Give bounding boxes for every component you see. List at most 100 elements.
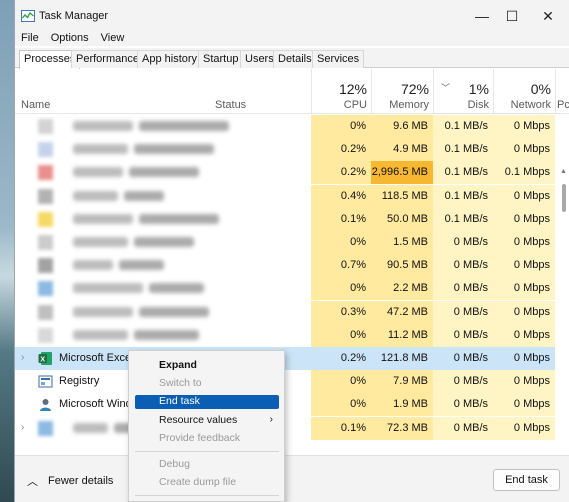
fewer-details-button[interactable]: ︿ Fewer details xyxy=(27,473,113,489)
cpu-cell: 0.1% xyxy=(311,416,371,440)
table-row[interactable]: 0.4% 118.5 MB 0.1 MB/s 0 Mbps xyxy=(15,184,569,208)
network-cell: 0 Mbps xyxy=(493,254,555,278)
table-row[interactable]: 0.2% 2,996.5 MB 0.1 MB/s 0.1 Mbps xyxy=(15,161,569,185)
blurred-app-icon xyxy=(38,304,53,320)
memory-cell: 2.2 MB xyxy=(371,277,433,301)
cpu-cell: 0% xyxy=(311,370,371,394)
table-row[interactable]: 0.7% 90.5 MB 0 MB/s 0 Mbps xyxy=(15,254,569,278)
context-menu: Expand Switch to End task Resource value… xyxy=(128,350,285,502)
process-name-cell[interactable] xyxy=(15,185,311,208)
menu-file[interactable]: File xyxy=(15,30,45,46)
tab-startup[interactable]: Startup xyxy=(198,50,244,68)
table-row[interactable]: 0% 9.6 MB 0.1 MB/s 0 Mbps xyxy=(15,115,569,138)
column-disk[interactable]: 1% Disk xyxy=(433,69,493,114)
menu-view[interactable]: View xyxy=(95,30,131,46)
process-name-cell[interactable] xyxy=(15,161,311,184)
network-cell: 0 Mbps xyxy=(493,115,555,138)
chevron-up-icon: ︿ xyxy=(27,476,38,488)
maximize-button[interactable]: ☐ xyxy=(497,6,527,26)
cpu-cell: 0.7% xyxy=(311,254,371,278)
table-row[interactable]: Registry 0% 7.9 MB 0 MB/s 0 Mbps xyxy=(15,370,569,394)
table-row[interactable]: › X Microsoft Excel 0.2% 121.8 MB 0 MB/s 0 Mbp… xyxy=(15,347,569,370)
column-cpu[interactable]: 12% CPU xyxy=(311,69,371,114)
excel-icon: X xyxy=(38,351,53,366)
process-name-cell[interactable] xyxy=(15,324,311,347)
cpu-cell: 0.3% xyxy=(311,300,371,324)
redacted-text xyxy=(73,283,143,294)
close-button[interactable]: ✕ xyxy=(533,6,563,26)
disk-cell: 0.1 MB/s xyxy=(433,161,493,185)
end-task-button[interactable]: End task xyxy=(493,469,560,491)
table-row[interactable]: 0.2% 4.9 MB 0.1 MB/s 0 Mbps xyxy=(15,138,569,162)
menu-bar: File Options View xyxy=(15,30,569,46)
disk-total: 1% xyxy=(468,81,489,97)
ctx-resource-values[interactable]: Resource values › xyxy=(135,414,279,428)
process-name-cell[interactable] xyxy=(15,301,311,324)
scroll-up-icon[interactable]: ▲ xyxy=(560,168,567,175)
table-row[interactable]: 0.1% 50.0 MB 0.1 MB/s 0 Mbps xyxy=(15,207,569,231)
cpu-label: CPU xyxy=(343,99,367,111)
network-cell: 0.1 Mbps xyxy=(493,161,555,185)
column-memory[interactable]: 72% Memory xyxy=(371,69,433,114)
disk-cell: 0 MB/s xyxy=(433,370,493,394)
task-manager-icon xyxy=(21,10,35,22)
tab-details[interactable]: Details xyxy=(273,50,317,68)
minimize-button[interactable]: — xyxy=(467,6,497,26)
tab-services[interactable]: Services xyxy=(312,50,365,68)
table-row[interactable]: Microsoft Windo 0% 1.9 MB 0 MB/s 0 Mbps xyxy=(15,393,569,417)
expand-chevron-icon[interactable]: › xyxy=(21,422,24,433)
process-name-cell[interactable] xyxy=(15,254,311,277)
memory-cell: 11.2 MB xyxy=(371,323,433,347)
disk-cell: 0 MB/s xyxy=(433,416,493,440)
table-row[interactable]: 0% 1.5 MB 0 MB/s 0 Mbps xyxy=(15,231,569,254)
network-cell: 0 Mbps xyxy=(493,416,555,440)
process-name-cell[interactable] xyxy=(15,138,311,161)
disk-cell: 0.1 MB/s xyxy=(433,184,493,208)
memory-cell: 4.9 MB xyxy=(371,138,433,162)
minimize-icon: — xyxy=(475,8,489,24)
memory-cell: 9.6 MB xyxy=(371,115,433,138)
table-row[interactable]: 0.3% 47.2 MB 0 MB/s 0 Mbps xyxy=(15,300,569,324)
table-row[interactable]: 0% 2.2 MB 0 MB/s 0 Mbps xyxy=(15,277,569,301)
ctx-switch-to: Switch to xyxy=(159,377,202,389)
cpu-cell: 0.2% xyxy=(311,161,371,185)
column-network[interactable]: 0% Network xyxy=(493,69,555,114)
redacted-text xyxy=(73,144,128,155)
memory-label: Memory xyxy=(389,99,429,111)
column-power[interactable]: Pc xyxy=(555,69,569,114)
cpu-cell: 0.4% xyxy=(311,184,371,208)
memory-cell: 50.0 MB xyxy=(371,207,433,231)
table-row[interactable]: › 0.1% 72.3 MB 0 MB/s 0 Mbps xyxy=(15,416,569,440)
user-icon xyxy=(38,397,53,412)
blurred-app-icon xyxy=(38,211,53,227)
column-name[interactable]: Name xyxy=(21,99,50,111)
process-name-cell[interactable] xyxy=(15,115,311,138)
expand-chevron-icon[interactable]: › xyxy=(21,352,24,363)
close-icon: ✕ xyxy=(542,7,554,24)
network-label: Network xyxy=(510,99,551,111)
process-name-cell[interactable] xyxy=(15,231,311,254)
menu-options[interactable]: Options xyxy=(45,30,95,46)
table-row[interactable]: 0% 11.2 MB 0 MB/s 0 Mbps xyxy=(15,323,569,347)
memory-cell: 118.5 MB xyxy=(371,184,433,208)
vertical-scrollbar[interactable] xyxy=(562,184,566,212)
cpu-cell: 0% xyxy=(311,393,371,417)
network-cell: 0 Mbps xyxy=(493,207,555,231)
cpu-cell: 0% xyxy=(311,323,371,347)
cpu-cell: 0.2% xyxy=(311,138,371,162)
redacted-text xyxy=(134,237,194,247)
ctx-expand[interactable]: Expand xyxy=(135,359,279,373)
blurred-app-icon xyxy=(38,165,53,181)
memory-cell: 1.5 MB xyxy=(371,231,433,254)
process-name-cell[interactable] xyxy=(15,277,311,300)
tab-app-history[interactable]: App history xyxy=(137,50,203,68)
network-cell: 0 Mbps xyxy=(493,231,555,254)
ctx-create-dump-file: Create dump file xyxy=(159,476,237,488)
network-cell: 0 Mbps xyxy=(493,277,555,301)
disk-cell: 0 MB/s xyxy=(433,277,493,301)
tab-performance[interactable]: Performance xyxy=(71,50,144,68)
process-name-cell[interactable] xyxy=(15,208,311,231)
ctx-end-task[interactable]: End task xyxy=(135,395,279,409)
column-status[interactable]: Status xyxy=(215,99,246,111)
disk-cell: 0 MB/s xyxy=(433,323,493,347)
